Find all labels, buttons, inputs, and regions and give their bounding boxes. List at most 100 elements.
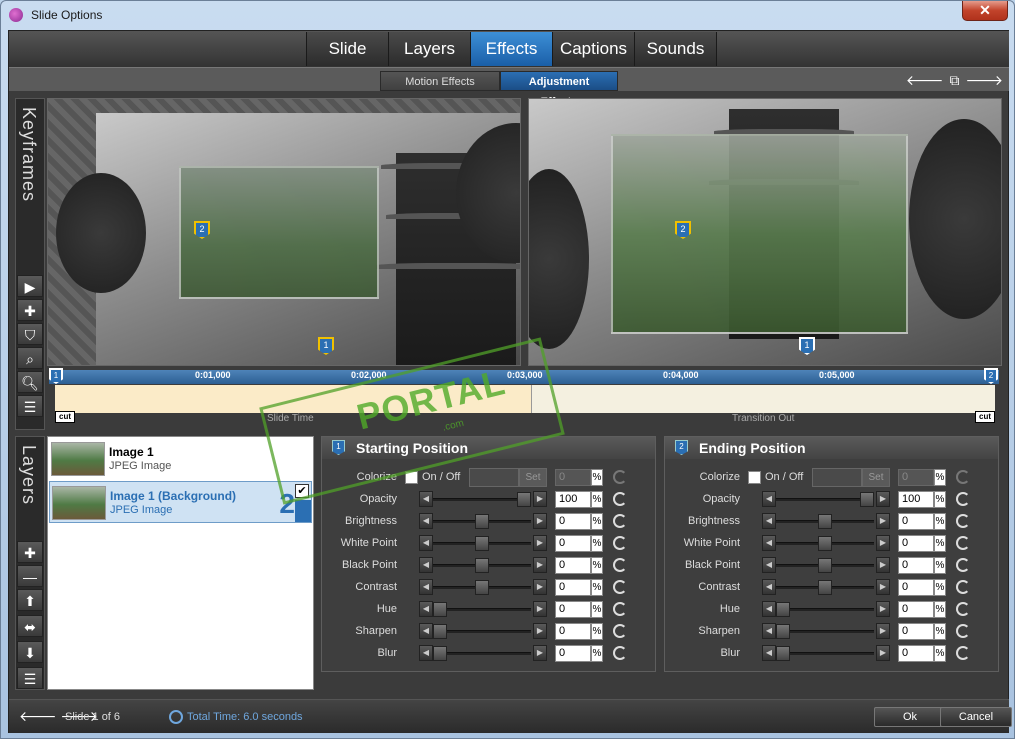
colorize-set-button[interactable]: Set bbox=[862, 468, 890, 487]
value-field[interactable]: 0 bbox=[555, 557, 591, 574]
reset-icon[interactable] bbox=[613, 580, 627, 594]
decrease-arrow-icon[interactable]: ◀ bbox=[762, 491, 776, 507]
move-layer-down-icon[interactable]: ⬇ bbox=[17, 641, 43, 663]
end-preview[interactable]: 2 1 bbox=[528, 98, 1002, 366]
reset-icon[interactable] bbox=[956, 514, 970, 528]
increase-arrow-icon[interactable]: ▶ bbox=[533, 601, 547, 617]
colorize-value[interactable]: 0 bbox=[555, 469, 591, 486]
decrease-arrow-icon[interactable]: ◀ bbox=[419, 513, 433, 529]
slider-thumb[interactable] bbox=[433, 624, 447, 639]
value-field[interactable]: 0 bbox=[898, 557, 934, 574]
decrease-arrow-icon[interactable]: ◀ bbox=[762, 557, 776, 573]
value-field[interactable]: 0 bbox=[898, 601, 934, 618]
move-layer-up-icon[interactable]: ⬆ bbox=[17, 589, 43, 611]
decrease-arrow-icon[interactable]: ◀ bbox=[762, 601, 776, 617]
increase-arrow-icon[interactable]: ▶ bbox=[533, 557, 547, 573]
subtab-motion-effects[interactable]: Motion Effects bbox=[380, 71, 500, 91]
decrease-arrow-icon[interactable]: ◀ bbox=[762, 535, 776, 551]
slider-track[interactable] bbox=[433, 608, 531, 611]
value-field[interactable]: 0 bbox=[555, 513, 591, 530]
add-keyframe-icon[interactable]: ✚ bbox=[17, 299, 43, 321]
increase-arrow-icon[interactable]: ▶ bbox=[533, 623, 547, 639]
slider-thumb[interactable] bbox=[818, 536, 832, 551]
decrease-arrow-icon[interactable]: ◀ bbox=[762, 579, 776, 595]
cut-start[interactable]: cut bbox=[55, 411, 75, 423]
reset-icon[interactable] bbox=[956, 602, 970, 616]
reset-icon[interactable] bbox=[613, 602, 627, 616]
slider-thumb[interactable] bbox=[818, 514, 832, 529]
increase-arrow-icon[interactable]: ▶ bbox=[876, 557, 890, 573]
play-icon[interactable]: ▶ bbox=[17, 275, 43, 297]
reset-icon[interactable] bbox=[613, 470, 627, 484]
decrease-arrow-icon[interactable]: ◀ bbox=[419, 601, 433, 617]
slider-thumb[interactable] bbox=[776, 646, 790, 661]
reset-icon[interactable] bbox=[956, 580, 970, 594]
fit-layer-icon[interactable]: ⬌ bbox=[17, 615, 43, 637]
colorize-color-swatch[interactable] bbox=[469, 468, 519, 487]
reset-icon[interactable] bbox=[956, 470, 970, 484]
reset-icon[interactable] bbox=[613, 646, 627, 660]
timeline-end-marker[interactable]: 2 bbox=[984, 368, 998, 384]
reset-icon[interactable] bbox=[956, 492, 970, 506]
slider-thumb[interactable] bbox=[433, 602, 447, 617]
close-button[interactable]: ✕ bbox=[962, 1, 1008, 21]
increase-arrow-icon[interactable]: ▶ bbox=[533, 513, 547, 529]
reset-icon[interactable] bbox=[613, 558, 627, 572]
end-viewport-frame[interactable] bbox=[611, 134, 908, 334]
tab-layers[interactable]: Layers bbox=[389, 32, 471, 66]
cancel-button[interactable]: Cancel bbox=[940, 707, 1012, 727]
value-field[interactable]: 0 bbox=[898, 645, 934, 662]
slider-thumb[interactable] bbox=[433, 646, 447, 661]
increase-arrow-icon[interactable]: ▶ bbox=[533, 579, 547, 595]
reset-icon[interactable] bbox=[613, 624, 627, 638]
slider-thumb[interactable] bbox=[776, 602, 790, 617]
colorize-color-swatch[interactable] bbox=[812, 468, 862, 487]
copy-right-icon[interactable]: 🡒 bbox=[965, 72, 1003, 89]
value-field[interactable]: 0 bbox=[555, 623, 591, 640]
reset-icon[interactable] bbox=[956, 624, 970, 638]
keyframe-list-icon[interactable]: ☰ bbox=[17, 395, 43, 417]
slider-thumb[interactable] bbox=[475, 580, 489, 595]
increase-arrow-icon[interactable]: ▶ bbox=[876, 491, 890, 507]
timeline[interactable]: 1 0:01,000 0:02,000 0:03,000 0:04,000 0:… bbox=[47, 368, 1002, 430]
slider-track[interactable] bbox=[776, 630, 874, 633]
decrease-arrow-icon[interactable]: ◀ bbox=[419, 535, 433, 551]
cut-end[interactable]: cut bbox=[975, 411, 995, 423]
transition-out-bar[interactable] bbox=[531, 385, 995, 413]
increase-arrow-icon[interactable]: ▶ bbox=[876, 513, 890, 529]
increase-arrow-icon[interactable]: ▶ bbox=[876, 601, 890, 617]
reset-icon[interactable] bbox=[956, 536, 970, 550]
slider-thumb[interactable] bbox=[776, 624, 790, 639]
slider-thumb[interactable] bbox=[860, 492, 874, 507]
tab-captions[interactable]: Captions bbox=[553, 32, 635, 66]
slider-thumb[interactable] bbox=[818, 580, 832, 595]
decrease-arrow-icon[interactable]: ◀ bbox=[762, 513, 776, 529]
add-layer-icon[interactable]: ✚ bbox=[17, 541, 43, 563]
decrease-arrow-icon[interactable]: ◀ bbox=[419, 623, 433, 639]
value-field[interactable]: 0 bbox=[555, 645, 591, 662]
increase-arrow-icon[interactable]: ▶ bbox=[876, 645, 890, 661]
increase-arrow-icon[interactable]: ▶ bbox=[876, 623, 890, 639]
slider-thumb[interactable] bbox=[818, 558, 832, 573]
layer-item-image-1[interactable]: Image 1 JPEG Image bbox=[49, 438, 312, 480]
value-field[interactable]: 100 bbox=[898, 491, 934, 508]
ok-button[interactable]: Ok bbox=[874, 707, 946, 727]
reset-icon[interactable] bbox=[613, 536, 627, 550]
slider-track[interactable] bbox=[776, 652, 874, 655]
keyframe-tag-icon[interactable]: ⛉ bbox=[17, 323, 43, 345]
value-field[interactable]: 0 bbox=[555, 579, 591, 596]
value-field[interactable]: 0 bbox=[898, 623, 934, 640]
layer-settings-icon[interactable]: ☰ bbox=[17, 667, 43, 689]
decrease-arrow-icon[interactable]: ◀ bbox=[762, 645, 776, 661]
slider-track[interactable] bbox=[433, 652, 531, 655]
value-field[interactable]: 0 bbox=[555, 535, 591, 552]
reset-icon[interactable] bbox=[613, 492, 627, 506]
increase-arrow-icon[interactable]: ▶ bbox=[533, 535, 547, 551]
increase-arrow-icon[interactable]: ▶ bbox=[876, 579, 890, 595]
value-field[interactable]: 100 bbox=[555, 491, 591, 508]
value-field[interactable]: 0 bbox=[898, 579, 934, 596]
decrease-arrow-icon[interactable]: ◀ bbox=[762, 623, 776, 639]
value-field[interactable]: 0 bbox=[898, 535, 934, 552]
total-time[interactable]: Total Time: 6.0 seconds bbox=[187, 711, 303, 723]
decrease-arrow-icon[interactable]: ◀ bbox=[419, 491, 433, 507]
